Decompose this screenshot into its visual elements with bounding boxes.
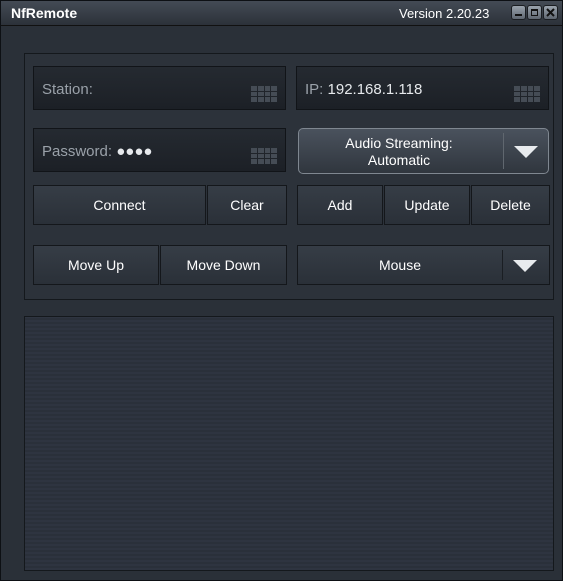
keyboard-icon[interactable]: [514, 86, 540, 102]
remote-display-area[interactable]: [24, 316, 554, 571]
audio-streaming-value: Automatic: [367, 152, 431, 168]
chevron-down-icon[interactable]: [514, 146, 538, 158]
add-button[interactable]: Add: [297, 185, 383, 225]
clear-button[interactable]: Clear: [207, 185, 287, 225]
move-down-button[interactable]: Move Down: [160, 245, 287, 285]
mouse-dropdown[interactable]: Mouse: [297, 245, 550, 285]
password-value: ●●●●: [116, 143, 153, 160]
ip-field[interactable]: IP: 192.168.1.118: [296, 66, 549, 110]
nfremote-window: NfRemote Version 2.20.23 Station: IP: 19…: [0, 0, 563, 581]
ip-label: IP:: [305, 81, 324, 98]
ip-value: 192.168.1.118: [327, 81, 423, 98]
title-bar[interactable]: NfRemote Version 2.20.23: [1, 1, 562, 26]
delete-button[interactable]: Delete: [471, 185, 550, 225]
window-title: NfRemote: [11, 5, 78, 21]
audio-streaming-dropdown[interactable]: Audio Streaming: Automatic: [298, 128, 549, 174]
maximize-icon[interactable]: [527, 5, 542, 20]
minimize-icon[interactable]: [511, 5, 526, 20]
move-up-button[interactable]: Move Up: [33, 245, 159, 285]
version-label: Version 2.20.23: [399, 6, 490, 21]
keyboard-icon[interactable]: [251, 86, 277, 102]
keyboard-icon[interactable]: [251, 148, 277, 164]
chevron-down-icon[interactable]: [513, 260, 537, 272]
station-field[interactable]: Station:: [33, 66, 286, 110]
password-label: Password:: [42, 143, 113, 160]
update-button[interactable]: Update: [384, 185, 470, 225]
audio-streaming-label: Audio Streaming:: [345, 135, 453, 151]
mouse-dropdown-value: Mouse: [378, 257, 422, 273]
station-label: Station:: [42, 81, 93, 98]
connect-button[interactable]: Connect: [33, 185, 206, 225]
close-icon[interactable]: [543, 5, 558, 20]
password-field[interactable]: Password: ●●●●: [33, 128, 286, 172]
